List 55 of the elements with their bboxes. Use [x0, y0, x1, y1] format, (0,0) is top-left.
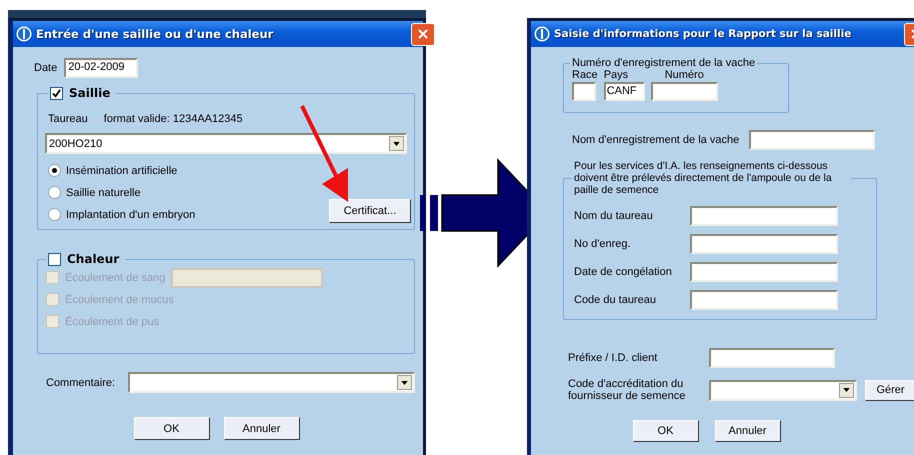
field-label: Numéro [664, 69, 705, 81]
input-field[interactable] [171, 268, 324, 288]
window-title: Entrée d'une saillie ou d'une chaleur [36, 27, 274, 41]
manage-button[interactable]: Gérer [865, 380, 914, 400]
date-label: Date [34, 62, 58, 74]
input-field[interactable] [749, 130, 876, 150]
field-label: No d'enreg. [574, 238, 632, 250]
certificate-button[interactable]: Certificat... [329, 199, 411, 223]
caret-icon [401, 380, 408, 384]
field-label: Code du taureau [574, 294, 657, 306]
accreditation-dropdown[interactable] [709, 380, 857, 400]
input-field[interactable] [690, 206, 838, 226]
accreditation-label: Code d'accréditation du fournisseur de semence [568, 378, 686, 402]
window-title: Saisie d'informations pour le Rapport sur la saillie [554, 28, 852, 40]
field-label: Race [572, 69, 598, 81]
group-label: Saillie [69, 86, 110, 100]
close-icon [417, 28, 429, 40]
close-button[interactable] [411, 22, 435, 46]
field-label: Pays [604, 69, 630, 81]
field-label: Nom du taureau [574, 210, 654, 222]
checkbox[interactable] [50, 86, 63, 100]
radio-option[interactable]: Implantation d'un embryon [48, 208, 196, 221]
checkbox-label: Écoulement de sang [65, 272, 166, 284]
ok-button[interactable]: OK [134, 417, 210, 440]
prefix-label: Préfixe / I.D. client [568, 352, 658, 364]
checkbox-label: Écoulement de pus [65, 316, 160, 328]
cow-name-label: Nom d'enregistrement de la vache [572, 134, 740, 146]
info-icon [534, 26, 550, 42]
group-title: Numéro d'enregistrement de la vache [572, 57, 756, 69]
input-field[interactable] [690, 290, 838, 310]
caret-icon [393, 142, 400, 146]
input-field[interactable] [572, 82, 596, 101]
group-label: Chaleur [67, 252, 120, 266]
checkbox[interactable] [48, 252, 61, 266]
comment-dropdown[interactable] [128, 372, 415, 393]
cancel-button[interactable]: Annuler [224, 417, 300, 440]
radio-option[interactable]: Insémination artificielle [48, 164, 196, 177]
input-field[interactable] [709, 348, 835, 368]
ok-button[interactable]: OK [632, 420, 698, 442]
input-field[interactable] [690, 234, 838, 254]
input-field[interactable]: 20-02-2009 [64, 58, 138, 78]
input-field[interactable]: CANF [604, 82, 645, 101]
input-field[interactable] [650, 82, 718, 101]
cancel-button[interactable]: Annuler [714, 420, 780, 442]
field-label: Date de congélation [574, 266, 673, 278]
input-field[interactable] [690, 262, 838, 282]
format-hint: format valide: 1234AA12345 [104, 113, 243, 125]
bull-label: Taureau [48, 113, 88, 125]
group-title: Pour les services d'I.A. les renseignements ci-dessous doivent être prélevés directement de l'ampoule ou de la paille de semence [574, 160, 832, 196]
comment-label: Commentaire: [46, 376, 116, 388]
info-icon [16, 26, 32, 42]
bull-dropdown[interactable]: 200HO210 [45, 133, 407, 154]
caret-icon [843, 388, 850, 392]
radio-option[interactable]: Saillie naturelle [48, 186, 196, 199]
checkbox-label: Écoulement de mucus [65, 294, 174, 306]
